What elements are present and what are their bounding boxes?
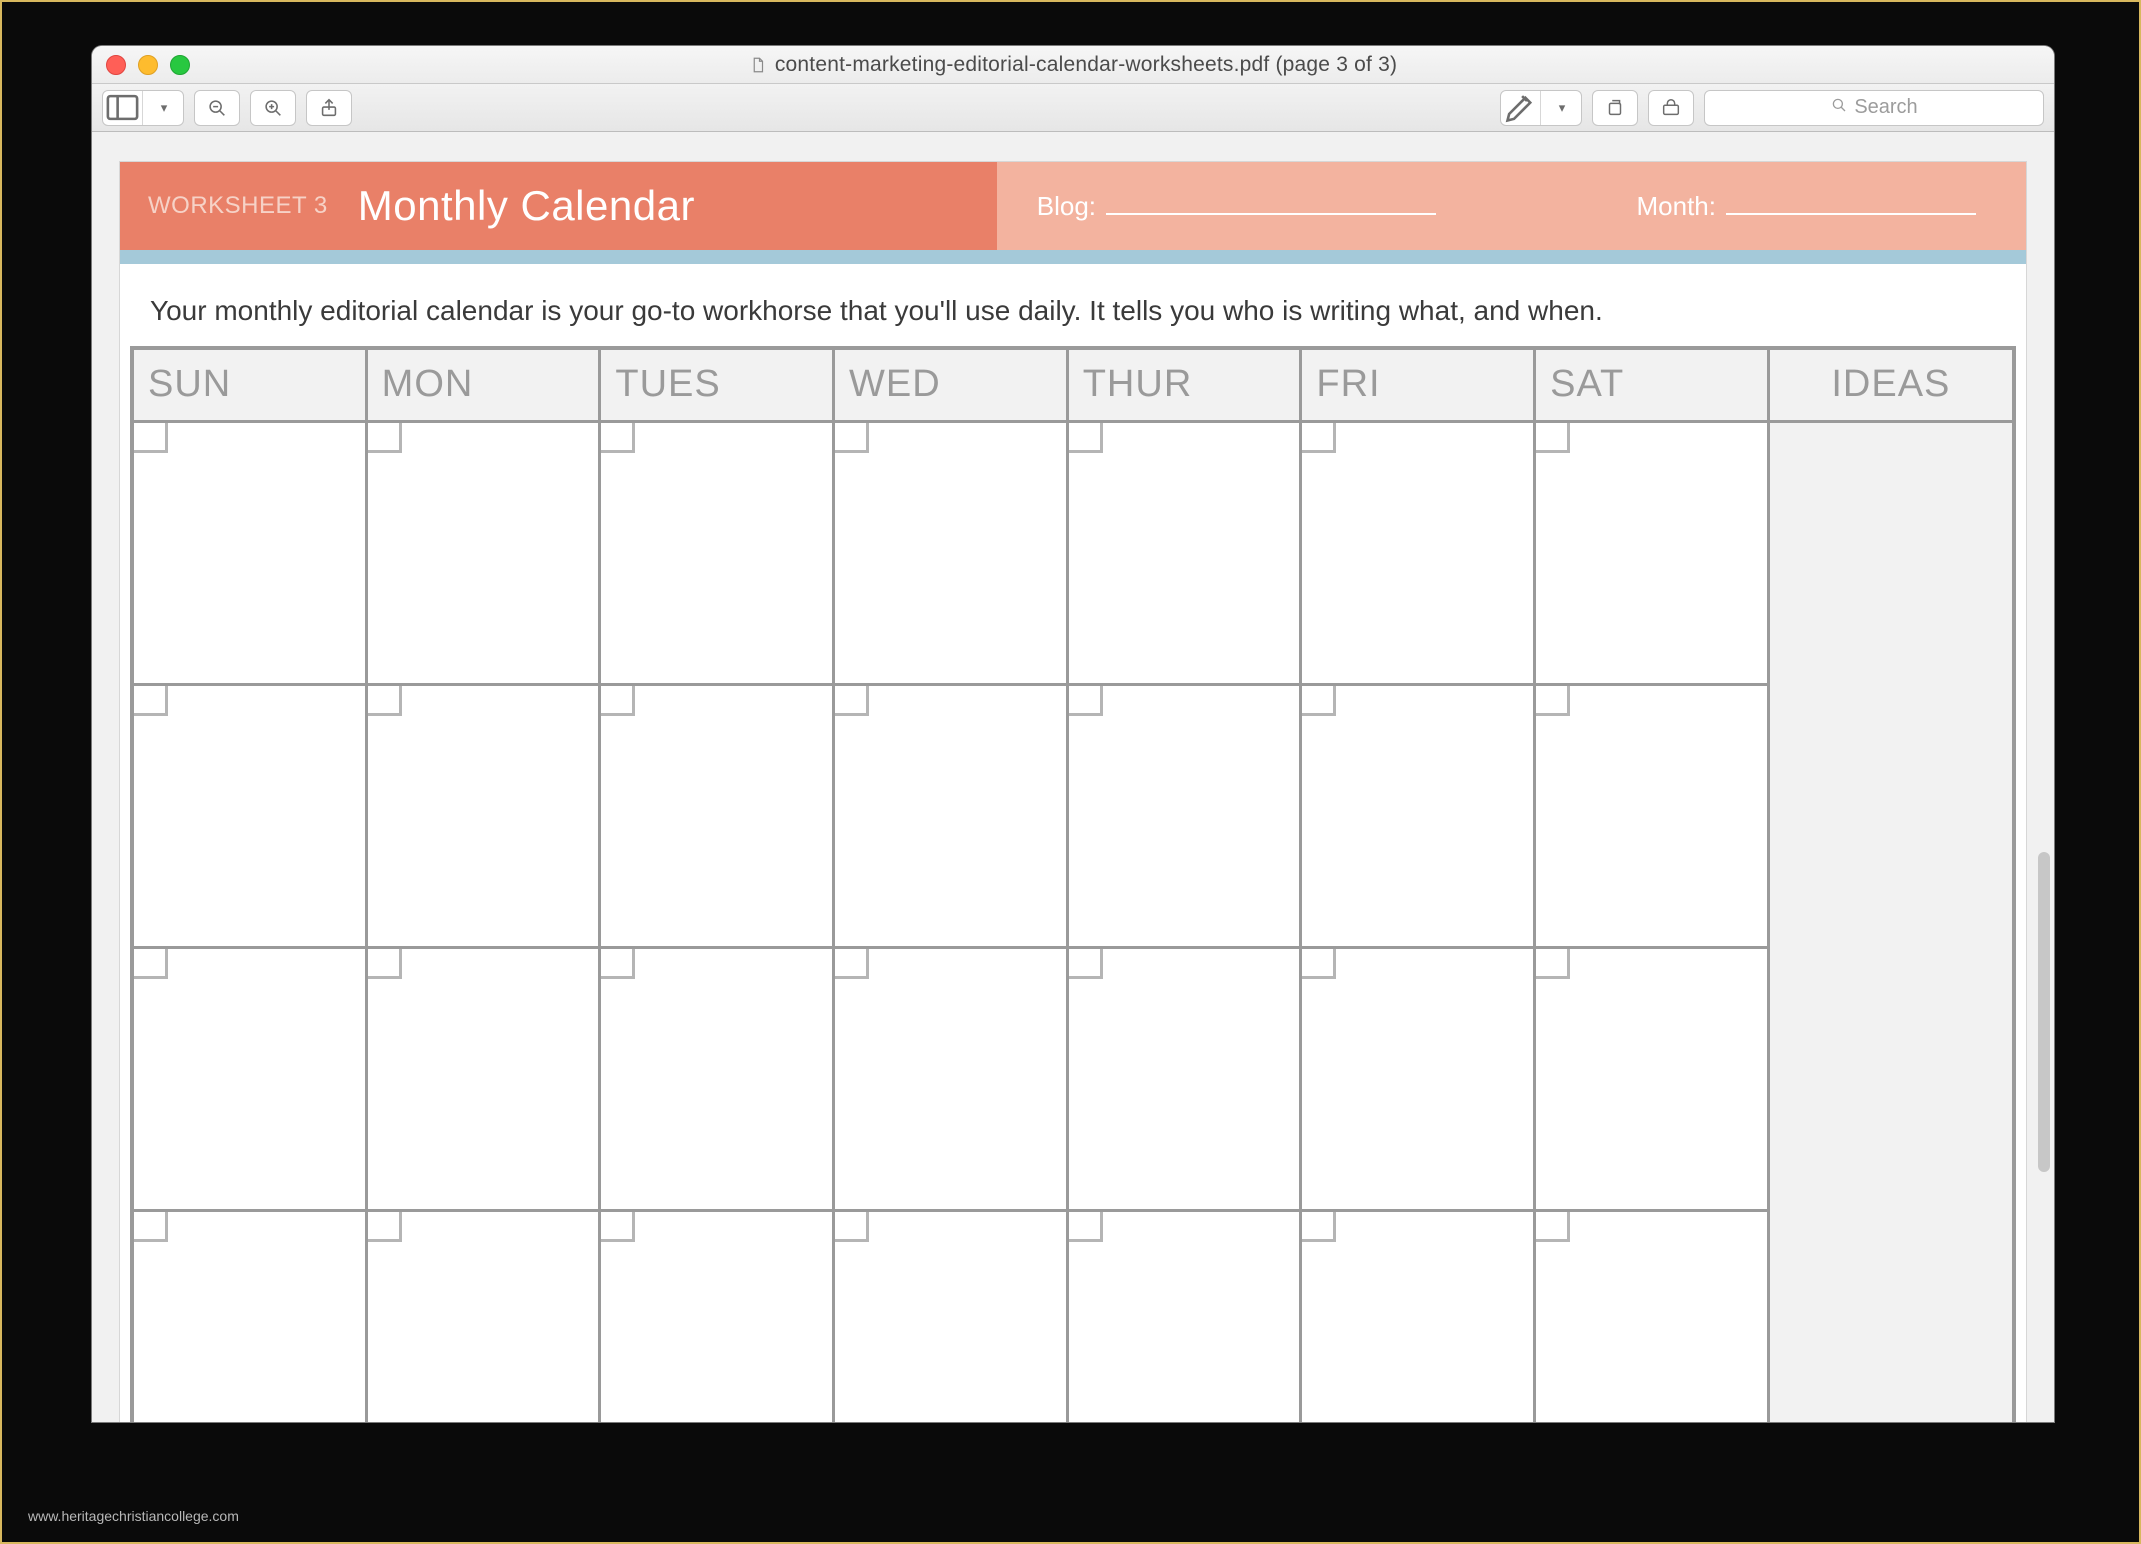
day-header-sat: SAT [1536, 350, 1767, 420]
pdf-page: WORKSHEET 3 Monthly Calendar Blog: Month… [120, 162, 2026, 1422]
calendar-cell [1536, 686, 1767, 946]
document-viewport[interactable]: WORKSHEET 3 Monthly Calendar Blog: Month… [92, 132, 2054, 1422]
calendar-cell [1536, 423, 1767, 683]
day-header-thu: THUR [1069, 350, 1300, 420]
calendar-cell [1069, 423, 1300, 683]
watermark-text: www.heritagechristiancollege.com [28, 1508, 239, 1524]
window-titlebar: content-marketing-editorial-calendar-wor… [92, 46, 2054, 84]
sidebar-toggle[interactable]: ▾ [102, 90, 184, 126]
calendar-cell [134, 1212, 365, 1422]
calendar-cell [1536, 949, 1767, 1209]
calendar-cell [601, 686, 832, 946]
search-placeholder: Search [1854, 96, 1917, 119]
minimize-window-button[interactable] [138, 55, 158, 75]
calendar-cell [1302, 686, 1533, 946]
worksheet-banner: WORKSHEET 3 Monthly Calendar Blog: Month… [120, 162, 2026, 250]
highlight-icon [1501, 91, 1541, 125]
zoom-out-button[interactable] [194, 90, 240, 126]
calendar-cell [368, 949, 599, 1209]
zoom-window-button[interactable] [170, 55, 190, 75]
document-icon [749, 56, 767, 74]
zoom-in-button[interactable] [250, 90, 296, 126]
worksheet-title: Monthly Calendar [358, 182, 695, 230]
month-field: Month: [1637, 191, 1977, 222]
calendar-cell [835, 949, 1066, 1209]
calendar-cell [601, 1212, 832, 1422]
month-label: Month: [1637, 191, 1717, 222]
chevron-down-icon: ▾ [143, 91, 183, 125]
calendar-cell [1302, 949, 1533, 1209]
month-blank-line [1726, 213, 1976, 215]
calendar-cell [1302, 423, 1533, 683]
day-header-tue: TUES [601, 350, 832, 420]
window-title: content-marketing-editorial-calendar-wor… [92, 53, 2054, 77]
highlight-tool[interactable]: ▾ [1500, 90, 1582, 126]
calendar-cell [134, 686, 365, 946]
traffic-lights [92, 55, 190, 75]
calendar-cell [368, 423, 599, 683]
day-header-fri: FRI [1302, 350, 1533, 420]
window-title-text: content-marketing-editorial-calendar-wor… [775, 53, 1397, 77]
banner-right: Blog: Month: [997, 162, 2026, 250]
calendar-cell [835, 423, 1066, 683]
blog-label: Blog: [1037, 191, 1096, 222]
calendar-cell [1069, 1212, 1300, 1422]
day-header-mon: MON [368, 350, 599, 420]
calendar-cell [1069, 949, 1300, 1209]
preview-window: content-marketing-editorial-calendar-wor… [92, 46, 2054, 1422]
day-header-wed: WED [835, 350, 1066, 420]
blog-blank-line [1106, 213, 1436, 215]
ideas-header: IDEAS [1770, 350, 2012, 420]
chevron-down-icon: ▾ [1541, 91, 1581, 125]
intro-text: Your monthly editorial calendar is your … [120, 264, 2026, 346]
search-field[interactable]: Search [1704, 90, 2044, 126]
toolbar: ▾ ▾ Search [92, 84, 2054, 132]
worksheet-number: WORKSHEET 3 [148, 192, 328, 220]
calendar-cell [134, 949, 365, 1209]
ideas-column [1770, 423, 2012, 1422]
banner-underline [120, 250, 2026, 264]
markup-toolbox-button[interactable] [1648, 90, 1694, 126]
search-icon [1830, 96, 1848, 120]
calendar-cell [368, 686, 599, 946]
share-button[interactable] [306, 90, 352, 126]
calendar-cell [368, 1212, 599, 1422]
calendar-cell [601, 423, 832, 683]
day-header-sun: SUN [134, 350, 365, 420]
banner-left: WORKSHEET 3 Monthly Calendar [120, 162, 997, 250]
close-window-button[interactable] [106, 55, 126, 75]
calendar-cell [835, 1212, 1066, 1422]
calendar-cell [1302, 1212, 1533, 1422]
calendar-grid: SUN MON TUES WED THUR FRI SAT IDEAS [130, 346, 2016, 1422]
calendar-cell [1069, 686, 1300, 946]
sidebar-icon [103, 91, 143, 125]
blog-field: Blog: [1037, 191, 1436, 222]
calendar-cell [1536, 1212, 1767, 1422]
calendar-cell [835, 686, 1066, 946]
calendar-cell [601, 949, 832, 1209]
rotate-button[interactable] [1592, 90, 1638, 126]
calendar-cell [134, 423, 365, 683]
vertical-scrollbar[interactable] [2038, 132, 2050, 1412]
scroll-thumb[interactable] [2038, 852, 2050, 1172]
